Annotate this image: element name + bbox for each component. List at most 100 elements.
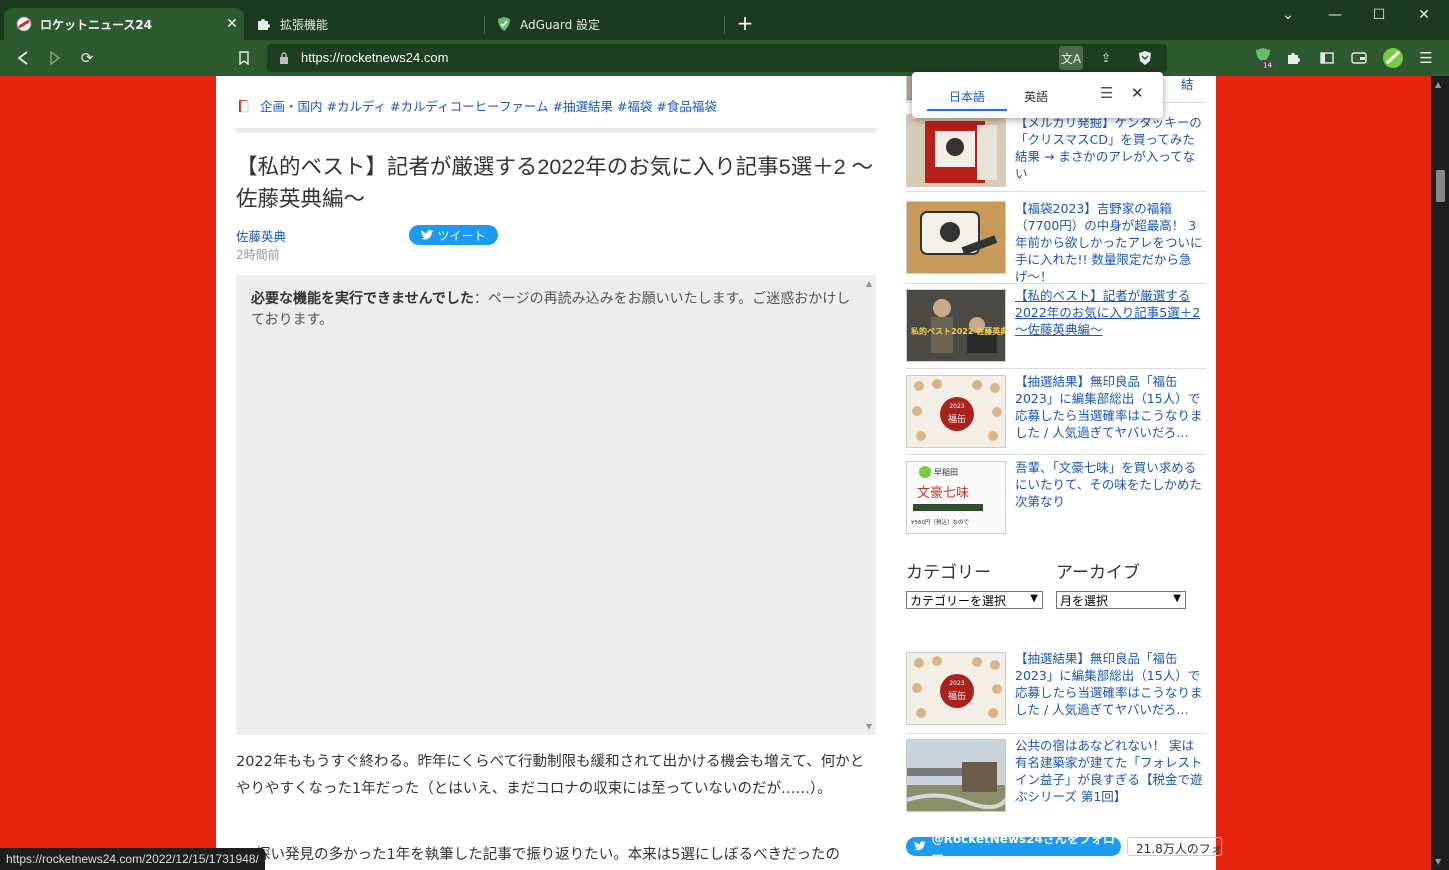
thumb-caption: 2023: [949, 403, 964, 410]
thumb-caption: 文豪七味: [917, 485, 969, 501]
sidebar: 結 【メルカリ発掘】ケンタッキーの「クリスマスCD」を買ってみた結果 → まさか…: [896, 76, 1222, 870]
article-thumbnail: 私的ベスト2022 佐藤英典 編: [906, 289, 1006, 362]
sidebar-article[interactable]: 2023 福缶 【抽選結果】無印良品「福缶2023」に編集部総出（15人）で応募し…: [906, 650, 1206, 734]
back-button[interactable]: [11, 46, 35, 70]
article-title: 【私的ベスト】記者が厳選する2022年のお気に入り記事5選＋2 〜佐藤英典編〜: [236, 155, 874, 211]
tweet-label: ツイート: [437, 228, 486, 243]
article-thumbnail: [906, 114, 1006, 187]
browser-toolbar: ⟳ https://rocketnews24.com 文A ⇪ 14 ☰: [0, 40, 1449, 76]
sidebar-article[interactable]: 私的ベスト2022 佐藤英典 編 【私的ベスト】記者が厳選する2022年のお気に…: [906, 287, 1206, 369]
more-options-icon[interactable]: ☰: [1100, 84, 1113, 102]
web-page: 企画・国内 #カルディ #カルディコーヒーファーム #抽選結果 #福袋 #食品福…: [0, 76, 1449, 870]
twitter-bird-icon: [914, 841, 927, 851]
maximize-button[interactable]: ☐: [1366, 4, 1392, 26]
archive-heading: アーカイブ: [1056, 563, 1140, 583]
category-select[interactable]: カテゴリーを選択 ▼: [906, 591, 1043, 609]
tab-title: ロケットニュース24: [40, 17, 153, 32]
tab-adguard[interactable]: AdGuard 設定: [484, 8, 724, 40]
sidebar-article-title: 【抽選結果】無印良品「福缶2023」に編集部総出（15人）で応募したら当選確率は…: [1015, 374, 1203, 440]
tab-separator: [724, 16, 725, 34]
close-window-button[interactable]: ✕: [1411, 4, 1437, 26]
tweet-button[interactable]: ツイート: [409, 225, 498, 245]
article-thumbnail: 2023 福缶: [906, 375, 1006, 448]
ext-badge-count: 14: [1263, 62, 1272, 70]
sidebar-article-title: 結: [1181, 77, 1194, 92]
bookmark-icon[interactable]: [232, 46, 256, 70]
error-message: 必要な機能を実行できませんでした：ページの再読み込みをお願いいたします。ご迷惑お…: [251, 289, 851, 331]
archive-select[interactable]: 月を選択 ▼: [1056, 591, 1186, 609]
status-bar-url: https://rocketnews24.com/2022/12/15/1731…: [0, 848, 265, 870]
category-heading: カテゴリー: [906, 563, 991, 583]
scroll-up-arrow-icon[interactable]: ▲: [1435, 80, 1441, 89]
category-select-value: カテゴリーを選択: [910, 593, 1007, 608]
close-icon[interactable]: ✕: [1131, 84, 1144, 102]
article-column: 企画・国内 #カルディ #カルディコーヒーファーム #抽選結果 #福袋 #食品福…: [216, 76, 896, 870]
tab-title: AdGuard 設定: [520, 17, 601, 32]
tab-rocketnews[interactable]: ロケットニュース24 ✕: [4, 8, 244, 40]
translate-target-language-tab[interactable]: 英語: [1024, 88, 1048, 105]
sidebar-article-title: 【福袋2023】吉野家の福箱（7700円）の中身が超最高！ 3年前から欲しかった…: [1015, 201, 1203, 284]
minimize-button[interactable]: —: [1322, 4, 1348, 26]
sidebar-article-title: 【メルカリ発掘】ケンタッキーの「クリスマスCD」を買ってみた結果 → まさかのア…: [1015, 115, 1202, 181]
tab-title: 拡張機能: [280, 17, 329, 32]
address-bar[interactable]: https://rocketnews24.com 文A ⇪: [267, 44, 1167, 72]
article-thumbnail: [906, 739, 1006, 812]
sidebar-toggle-icon[interactable]: [1315, 46, 1339, 70]
scroll-down-arrow-icon[interactable]: ▼: [1435, 857, 1441, 866]
category-folder-icon: [238, 99, 250, 113]
author-link[interactable]: 佐藤英典: [236, 226, 286, 245]
tab-extensions[interactable]: 拡張機能: [244, 8, 484, 40]
twitter-bird-icon: [421, 229, 434, 239]
translate-icon[interactable]: 文A: [1059, 46, 1083, 70]
forward-button[interactable]: [43, 46, 67, 70]
archive-select-value: 月を選択: [1060, 593, 1109, 608]
embedded-content-error: 必要な機能を実行できませんでした：ページの再読み込みをお願いいたします。ご迷惑お…: [236, 275, 876, 735]
sidebar-article-title: 【私的ベスト】記者が厳選する2022年のお気に入り記事5選＋2 〜佐藤英典編〜: [1015, 288, 1201, 337]
brave-shield-icon[interactable]: [1133, 46, 1157, 70]
post-time: 2時間前: [236, 248, 280, 262]
sidebar-article-title: 【抽選結果】無印良品「福缶2023」に編集部総出（15人）で応募したら当選確率は…: [1015, 651, 1203, 717]
follow-label: @RocketNews24さんをフォロー: [931, 831, 1115, 863]
sidebar-article[interactable]: 公共の宿はあなどれない！ 実は有名建築家が建てた「フォレストイン益子」が良すぎる…: [906, 737, 1206, 817]
scrollbar-thumb[interactable]: [1436, 170, 1445, 202]
reload-button[interactable]: ⟳: [75, 46, 99, 70]
article-thumbnail: 2023 福缶: [906, 652, 1006, 725]
new-tab-button[interactable]: +: [733, 11, 757, 35]
adguard-shield-icon: [496, 16, 512, 32]
share-icon[interactable]: ⇪: [1094, 46, 1118, 70]
adguard-extension-icon[interactable]: 14: [1252, 46, 1276, 70]
error-heading: 必要な機能を実行できませんでした: [251, 291, 474, 307]
divider: [236, 128, 876, 133]
scroll-up-arrow-icon[interactable]: ▲: [866, 279, 872, 288]
article-tags[interactable]: 企画・国内 #カルディ #カルディコーヒーファーム #抽選結果 #福袋 #食品福…: [260, 96, 717, 115]
sidebar-article[interactable]: 早稲田 文豪七味 ¥560円（税込）なので 吾輩、「文豪七味」を買い求めるにいたりて…: [906, 459, 1206, 539]
twitter-follow-button[interactable]: @RocketNews24さんをフォロー: [906, 832, 1121, 863]
sidebar-article[interactable]: 【福袋2023】吉野家の福箱（7700円）の中身が超最高！ 3年前から欲しかった…: [906, 200, 1206, 284]
profile-avatar[interactable]: [1381, 46, 1405, 70]
thumb-caption: 福缶: [948, 413, 966, 425]
rocketnews-favicon-icon: [16, 16, 32, 32]
article-meta: 企画・国内 #カルディ #カルディコーヒーファーム #抽選結果 #福袋 #食品福…: [238, 96, 717, 115]
tab-strip: ロケットニュース24 ✕ 拡張機能 AdGuard 設定 + ⌄ — ☐ ✕: [0, 0, 1449, 40]
sidebar-article-title: 吾輩、「文豪七味」を買い求めるにいたりて、その味をたしかめた次第なり: [1015, 460, 1202, 509]
lock-icon: [279, 50, 289, 69]
thumb-caption: 早稲田: [934, 467, 958, 477]
chevron-down-icon: ▼: [1173, 593, 1181, 604]
menu-icon[interactable]: ☰: [1414, 46, 1438, 70]
url-text: https://rocketnews24.com: [301, 50, 449, 65]
tab-search-icon[interactable]: ⌄: [1275, 4, 1301, 26]
thumb-caption: 私的ベスト2022 佐藤英典 編: [910, 326, 1006, 336]
close-tab-icon[interactable]: ✕: [224, 16, 240, 32]
page-scrollbar[interactable]: ▲ ▼: [1431, 76, 1449, 870]
translate-popup: 日本語 英語 ☰ ✕: [912, 72, 1163, 118]
sidebar-article-title: 公共の宿はあなどれない！ 実は有名建築家が建てた「フォレストイン益子」が良すぎる…: [1015, 738, 1203, 804]
wallet-icon[interactable]: [1347, 46, 1371, 70]
sidebar-article[interactable]: 2023 福缶 【抽選結果】無印良品「福缶2023」に編集部総出（15人）で応募し…: [906, 373, 1206, 455]
extensions-puzzle-icon[interactable]: [1282, 46, 1306, 70]
sidebar-article[interactable]: 【メルカリ発掘】ケンタッキーの「クリスマスCD」を買ってみた結果 → まさかのア…: [906, 114, 1206, 192]
article-thumbnail: 早稲田 文豪七味 ¥560円（税込）なので: [906, 461, 1006, 534]
thumb-caption: 2023: [949, 680, 964, 687]
article-paragraph: 2022年ももうすぐ終わる。昨年にくらべて行動制限も緩和されて出かける機会も増え…: [236, 754, 865, 797]
translate-source-language-tab[interactable]: 日本語: [949, 88, 985, 105]
scroll-down-arrow-icon[interactable]: ▼: [866, 722, 872, 731]
